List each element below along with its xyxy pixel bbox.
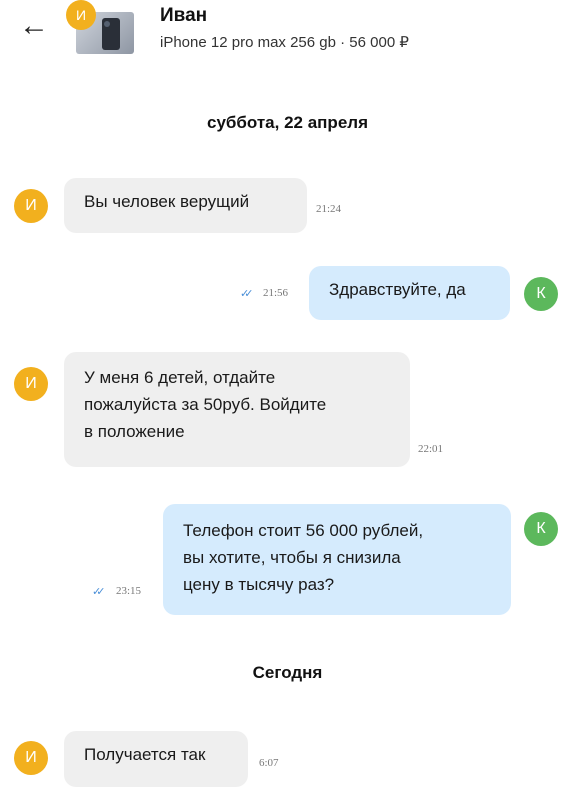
date-separator: Сегодня <box>252 663 323 682</box>
message-time: 6:07 <box>259 757 279 769</box>
message-bubble-outgoing: Телефон стоит 56 000 рублей, вы хотите, … <box>163 504 511 615</box>
message-time: 21:24 <box>316 203 342 215</box>
message-time: 22:01 <box>418 443 444 455</box>
seller-avatar: И <box>14 189 48 223</box>
arrow-left-icon[interactable]: ← <box>14 6 54 46</box>
message-bubble-incoming: У меня 6 детей, отдайте пожалуйста за 50… <box>64 352 410 467</box>
message-bubble-incoming: Вы человек верущий <box>64 178 307 233</box>
message-text-line: У меня 6 детей, отдайте <box>84 368 276 387</box>
message-text-line: Телефон стоит 56 000 рублей, <box>183 521 424 540</box>
seller-avatar: И <box>14 367 48 401</box>
message-text: Получается так <box>84 745 206 764</box>
message-time: 23:15 <box>116 585 142 597</box>
read-check-icon: ✓✓ <box>92 586 106 598</box>
phone-image <box>102 18 120 50</box>
date-separator: суббота, 22 апреля <box>206 113 368 132</box>
message-text-line: пожалуйста за 50руб. Войдите <box>84 395 327 414</box>
listing-title[interactable]: iPhone 12 pro max 256 gb · 56 000 ₽ <box>160 33 409 51</box>
seller-avatar-small: И <box>66 0 96 30</box>
message-bubble-incoming: Получается так <box>64 731 248 787</box>
seller-avatar: И <box>14 741 48 775</box>
seller-name[interactable]: Иван <box>160 5 207 27</box>
buyer-avatar: К <box>524 512 558 546</box>
message-text-line: цену в тысячу раз? <box>183 575 335 594</box>
message-text: Вы человек верущий <box>84 192 250 211</box>
message-text: Здравствуйте, да <box>329 280 466 299</box>
buyer-avatar: К <box>524 277 558 311</box>
chat-header: ← И Иван iPhone 12 pro max 256 gb · 56 0… <box>0 0 575 66</box>
message-text-line: вы хотите, чтобы я снизила <box>183 548 401 567</box>
message-time: 21:56 <box>263 287 289 299</box>
message-bubble-outgoing: Здравствуйте, да <box>309 266 510 320</box>
read-check-icon: ✓✓ <box>240 288 254 300</box>
message-text-line: в положение <box>84 422 185 441</box>
